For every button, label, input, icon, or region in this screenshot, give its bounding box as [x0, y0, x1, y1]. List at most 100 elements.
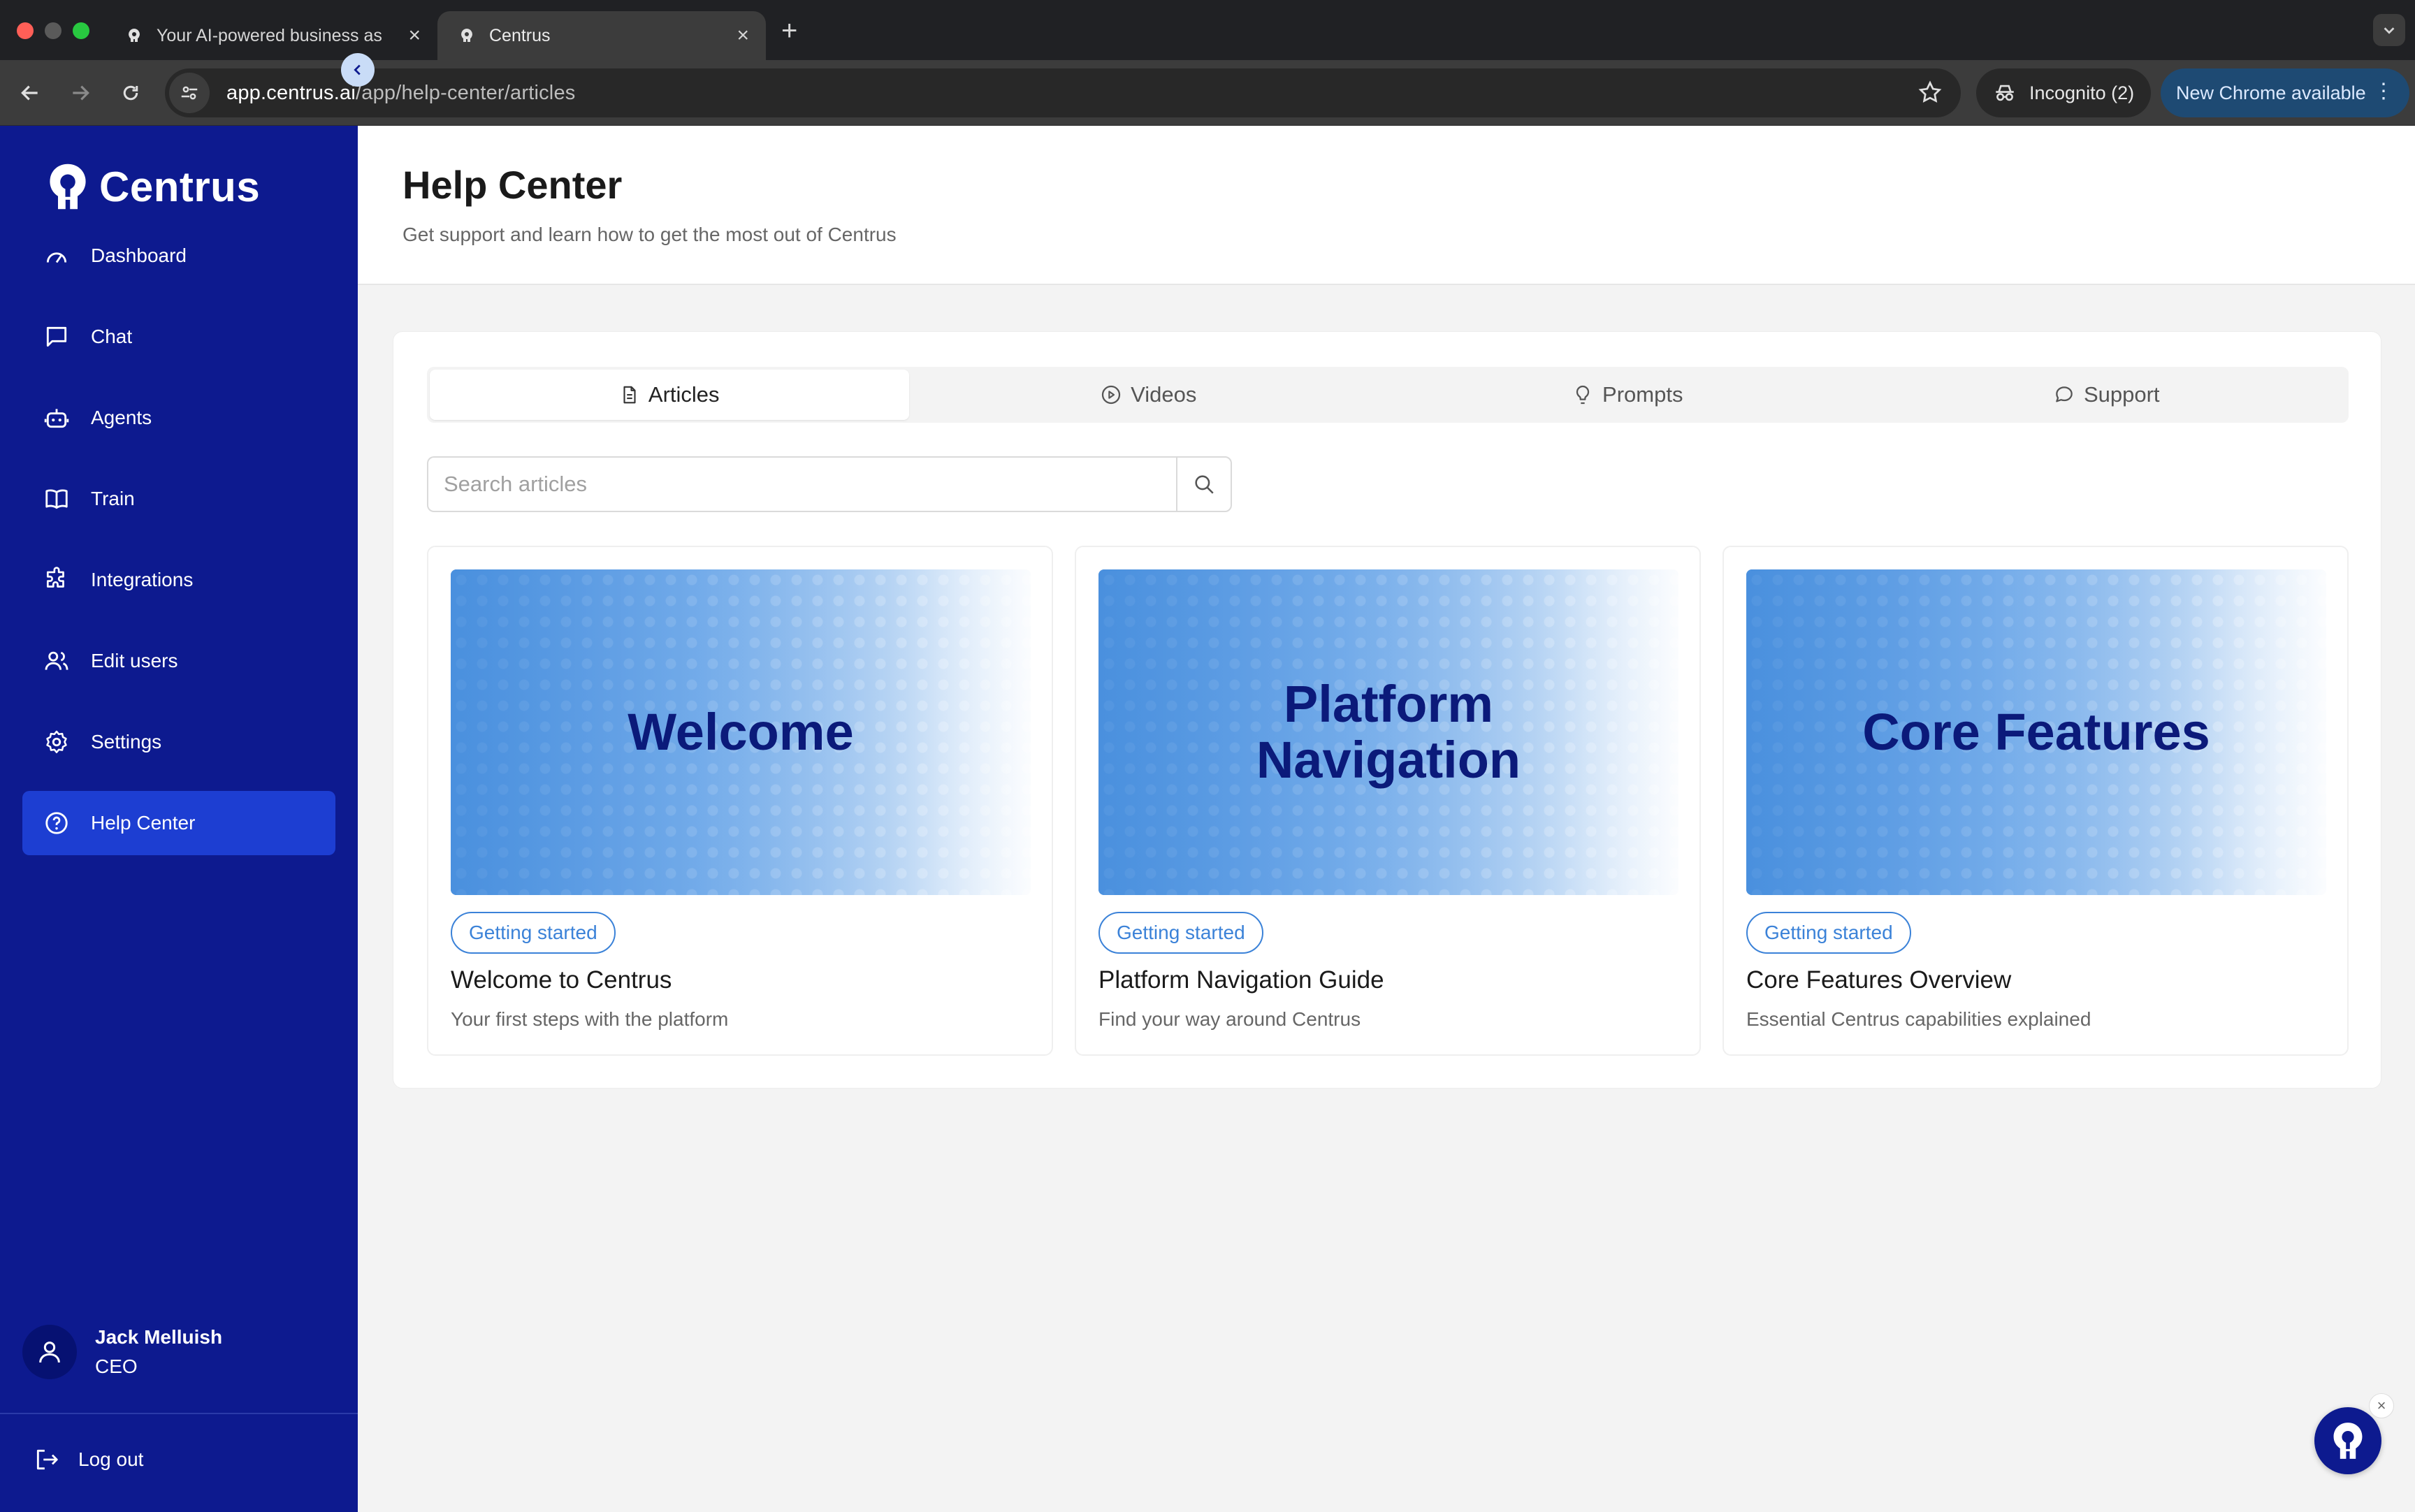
close-tab-icon[interactable]: × — [408, 25, 421, 46]
gear-icon — [46, 730, 67, 753]
article-card[interactable]: Welcome Getting started Welcome to Centr… — [427, 546, 1053, 1056]
back-arrow-icon[interactable] — [13, 75, 48, 110]
users-icon — [45, 651, 68, 670]
sidebar-item-help-center[interactable]: Help Center — [22, 791, 335, 855]
url-host: app.centrus.ai — [226, 81, 356, 104]
article-title: Platform Navigation Guide — [1098, 966, 1384, 994]
article-title: Welcome to Centrus — [451, 966, 672, 994]
user-name: Jack Melluish — [95, 1326, 223, 1348]
sidebar-item-chat[interactable]: Chat — [22, 305, 335, 369]
book-icon — [45, 489, 68, 509]
browser-tab-bar: Your AI-powered business as × Centrus × … — [0, 0, 2415, 60]
banner-text: Core Features — [1862, 703, 2210, 761]
article-banner: Core Features — [1746, 569, 2326, 895]
incognito-icon — [1996, 85, 2014, 101]
sidebar-item-label: Agents — [91, 407, 152, 428]
tab-videos[interactable]: Videos — [909, 370, 1388, 420]
sidebar-item-agents[interactable]: Agents — [22, 386, 335, 450]
tab-label: Articles — [648, 382, 720, 407]
search-input[interactable] — [427, 456, 1177, 512]
category-badge: Getting started — [451, 912, 616, 954]
more-vertical-icon[interactable]: ⋮ — [2373, 81, 2394, 102]
chrome-update-label: New Chrome available — [2176, 82, 2366, 103]
sidebar-item-label: Chat — [91, 326, 133, 347]
sidebar-item-train[interactable]: Train — [22, 467, 335, 531]
page-header: Help Center Get support and learn how to… — [358, 126, 2415, 285]
sidebar-item-settings[interactable]: Settings — [22, 710, 335, 774]
window-minimize-button[interactable] — [45, 22, 61, 39]
browser-tab-1[interactable]: Your AI-powered business as × — [105, 11, 437, 60]
banner-text: Welcome — [628, 703, 854, 761]
category-badge: Getting started — [1746, 912, 1911, 954]
brand-name: Centrus — [99, 163, 261, 210]
logout-icon — [36, 1449, 58, 1470]
forward-arrow-icon[interactable] — [63, 75, 98, 110]
user-role: CEO — [95, 1355, 138, 1377]
sidebar-item-label: Dashboard — [91, 245, 187, 266]
centrus-favicon-icon — [461, 29, 472, 42]
help-circle-icon — [45, 812, 68, 834]
search-button[interactable] — [1176, 456, 1232, 512]
article-description: Your first steps with the platform — [451, 1008, 729, 1030]
lightbulb-icon — [1576, 385, 1590, 405]
browser-tab-title: Centrus — [489, 25, 551, 45]
chat-widget-button[interactable] — [2314, 1407, 2381, 1474]
window-close-button[interactable] — [17, 22, 34, 39]
address-bar[interactable]: app.centrus.ai/app/help-center/articles — [165, 68, 1961, 117]
window-zoom-button[interactable] — [73, 22, 89, 39]
browser-tab-2[interactable]: Centrus × — [437, 11, 766, 60]
article-description: Essential Centrus capabilities explained — [1746, 1008, 2091, 1030]
tab-search-chevron-icon[interactable] — [2373, 14, 2405, 46]
centrus-logo-icon — [50, 163, 86, 210]
article-card[interactable]: Platform Navigation Getting started Plat… — [1075, 546, 1701, 1056]
document-icon — [623, 386, 636, 404]
browser-tab-title: Your AI-powered business as — [157, 25, 382, 45]
sidebar: Centrus Dashboard Chat Agents Train Inte… — [0, 126, 358, 1512]
bookmark-star-icon[interactable] — [1917, 80, 1943, 108]
close-tab-icon[interactable]: × — [737, 25, 749, 46]
centrus-logo-icon — [2333, 1423, 2363, 1459]
chrome-update-button[interactable]: New Chrome available ⋮ — [2161, 68, 2409, 117]
article-banner: Welcome — [451, 569, 1031, 895]
user-profile[interactable]: Jack Melluish CEO — [22, 1325, 222, 1379]
banner-text: Platform Navigation — [1256, 675, 1521, 789]
tab-label: Support — [2083, 382, 2160, 407]
sidebar-item-edit-users[interactable]: Edit users — [22, 629, 335, 693]
sidebar-item-dashboard[interactable]: Dashboard — [22, 224, 335, 288]
avatar — [22, 1325, 77, 1379]
search-icon — [1195, 475, 1214, 494]
puzzle-icon — [46, 567, 64, 588]
sidebar-item-label: Integrations — [91, 569, 194, 590]
centrus-favicon-icon — [129, 29, 140, 42]
sidebar-nav: Dashboard Chat Agents Train Integrations… — [22, 224, 335, 872]
article-grid: Welcome Getting started Welcome to Centr… — [427, 546, 2349, 1056]
chevron-left-icon — [354, 64, 361, 75]
category-badge: Getting started — [1098, 912, 1263, 954]
tab-prompts[interactable]: Prompts — [1388, 370, 1867, 420]
close-widget-icon[interactable]: × — [2369, 1393, 2394, 1418]
help-tabs: Articles Videos Prompts Support — [427, 367, 2349, 423]
tab-support[interactable]: Support — [1867, 370, 2347, 420]
article-search — [427, 456, 1232, 512]
reload-icon[interactable] — [113, 75, 148, 110]
sidebar-item-integrations[interactable]: Integrations — [22, 548, 335, 612]
article-banner: Platform Navigation — [1098, 569, 1678, 895]
brand-logo[interactable]: Centrus — [45, 162, 260, 211]
tab-label: Videos — [1131, 382, 1197, 407]
sidebar-item-label: Settings — [91, 731, 162, 753]
logout-button[interactable]: Log out — [34, 1446, 143, 1473]
tab-label: Prompts — [1602, 382, 1683, 407]
page-title: Help Center — [402, 163, 623, 207]
new-tab-icon[interactable]: + — [781, 14, 797, 48]
help-center-panel: Articles Videos Prompts Support Welcome … — [393, 331, 2381, 1089]
sidebar-divider — [0, 1413, 358, 1414]
article-title: Core Features Overview — [1746, 966, 2012, 994]
chat-icon — [46, 326, 67, 347]
tab-articles[interactable]: Articles — [430, 370, 909, 420]
article-card[interactable]: Core Features Getting started Core Featu… — [1723, 546, 2349, 1056]
site-info-icon[interactable] — [169, 73, 210, 113]
user-icon — [39, 1342, 60, 1363]
logout-label: Log out — [78, 1448, 144, 1470]
collapse-sidebar-button[interactable] — [341, 53, 375, 87]
incognito-indicator[interactable]: Incognito (2) — [1976, 68, 2151, 117]
